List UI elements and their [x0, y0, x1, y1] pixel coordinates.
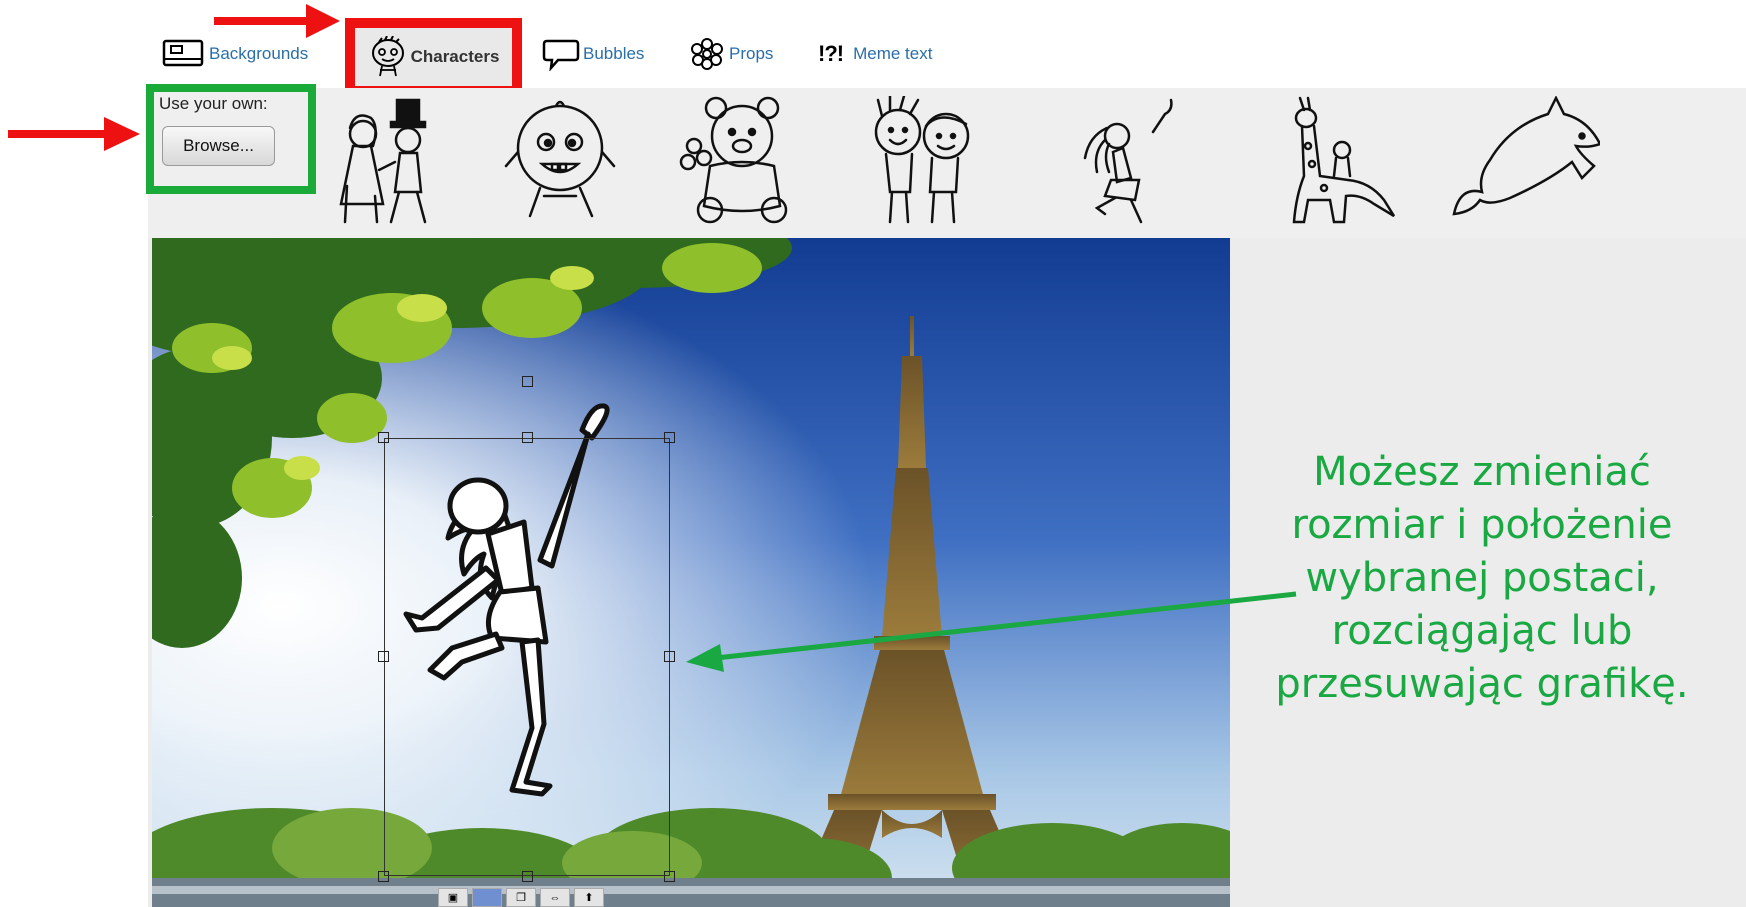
tab-props[interactable]: Props	[688, 38, 773, 70]
backgrounds-icon	[162, 38, 206, 70]
tab-backgrounds[interactable]: Backgrounds	[162, 38, 308, 70]
resize-handle-bottom-left[interactable]	[378, 871, 389, 882]
red-arrow-upload-icon	[8, 117, 140, 151]
red-arrow-tab-icon	[214, 4, 340, 38]
resize-handle-bottom-right[interactable]	[664, 871, 675, 882]
character-teddy-bear[interactable]	[670, 96, 800, 226]
move-up-icon[interactable]: ⬆	[574, 888, 604, 907]
resize-handle-top-left[interactable]	[378, 432, 389, 443]
tab-bubbles-label: Bubbles	[583, 44, 645, 63]
tab-characters-label: Characters	[410, 47, 500, 66]
flip-icon[interactable]: ⇔	[540, 888, 570, 907]
bring-forward-icon[interactable]: ▣	[438, 888, 468, 907]
comic-canvas[interactable]	[152, 238, 1230, 907]
character-dancing-girl-thumb[interactable]	[1075, 96, 1185, 226]
resize-handle-top[interactable]	[522, 432, 533, 443]
character-giraffe[interactable]	[1290, 96, 1410, 236]
character-baby[interactable]	[500, 96, 620, 226]
annotation-text: Możesz zmieniać rozmiar i położenie wybr…	[1275, 449, 1689, 707]
rotate-handle[interactable]	[522, 376, 533, 387]
character-two-boys[interactable]	[860, 96, 990, 226]
upload-label: Use your own:	[159, 94, 268, 113]
tab-characters[interactable]: Characters	[345, 18, 522, 96]
resize-handle-top-right[interactable]	[664, 432, 675, 443]
resize-handle-bottom[interactable]	[522, 871, 533, 882]
tab-props-label: Props	[729, 44, 774, 63]
character-face-icon	[368, 36, 408, 78]
tab-meme-text-label: Meme text	[853, 44, 933, 63]
object-toolbar: ▣ ❐ ⇔ ⬆	[438, 888, 604, 907]
copy-icon[interactable]: ❐	[506, 888, 536, 907]
speech-bubble-icon	[542, 37, 580, 71]
resize-handle-left[interactable]	[378, 651, 389, 662]
character-couple-wedding[interactable]	[325, 96, 445, 226]
browse-button[interactable]: Browse...	[162, 126, 275, 166]
tab-bubbles[interactable]: Bubbles	[542, 37, 645, 71]
tab-meme-text[interactable]: !?! Meme text	[818, 38, 932, 70]
resize-handle-right[interactable]	[664, 651, 675, 662]
selection-box[interactable]	[384, 438, 670, 876]
color-icon[interactable]	[472, 888, 502, 907]
meme-icon: !?!	[818, 41, 844, 66]
green-arrow-icon	[686, 591, 1297, 672]
flower-icon	[688, 37, 726, 71]
upload-box: Use your own: Browse...	[146, 84, 316, 194]
tab-backgrounds-label: Backgrounds	[209, 44, 309, 63]
character-dolphin[interactable]	[1450, 96, 1600, 226]
